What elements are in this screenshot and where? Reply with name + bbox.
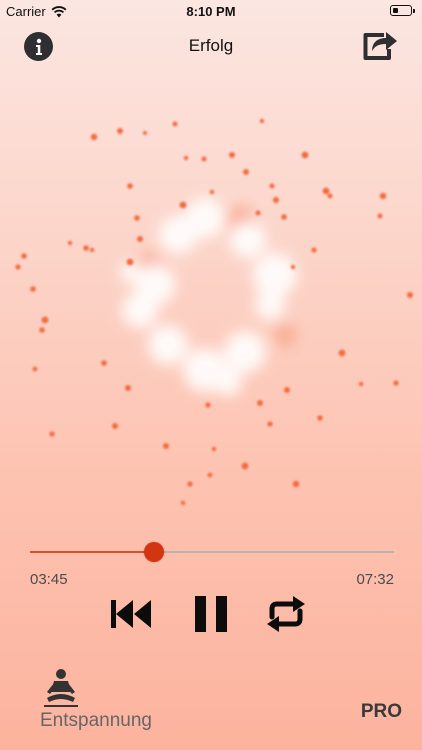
nav-bar: Erfolg	[0, 26, 422, 66]
pro-button[interactable]: PRO	[361, 701, 402, 723]
share-button[interactable]	[362, 27, 400, 61]
status-bar: Carrier 8:10 PM	[0, 0, 422, 24]
pause-icon	[195, 596, 227, 632]
progress-slider[interactable]	[30, 540, 394, 564]
page-title: Erfolg	[188, 36, 234, 55]
skip-back-icon	[111, 600, 151, 628]
progress-thumb[interactable]	[143, 542, 164, 562]
skip-back-button[interactable]	[106, 590, 156, 638]
share-icon	[363, 32, 397, 60]
mode-button[interactable]: Entspannung	[40, 668, 160, 738]
pause-button[interactable]	[188, 590, 234, 638]
progress-fill	[30, 551, 154, 553]
status-time: 8:10 PM	[186, 4, 236, 19]
repeat-icon	[267, 596, 305, 632]
particles	[15, 118, 413, 506]
playback-controls	[0, 590, 422, 640]
visualizer	[15, 118, 413, 506]
elapsed-time: 03:45	[30, 571, 68, 588]
mode-label: Entspannung	[40, 710, 152, 731]
particle-ring	[120, 198, 297, 396]
repeat-button[interactable]	[262, 590, 310, 638]
meditation-icon	[44, 669, 78, 707]
total-time: 07:32	[356, 571, 394, 588]
battery-icon	[390, 5, 415, 16]
